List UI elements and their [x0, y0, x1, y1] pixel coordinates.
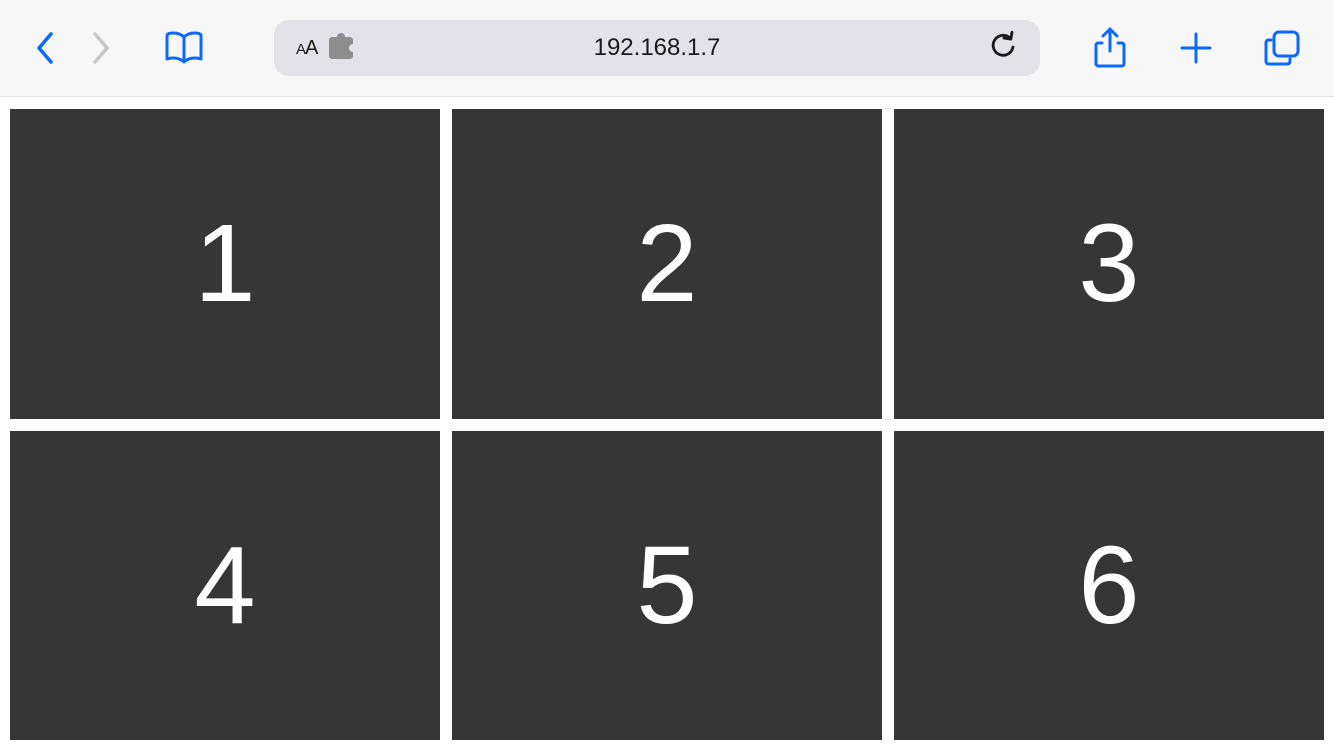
share-button[interactable]: [1088, 26, 1132, 70]
tile-label: 5: [636, 522, 697, 649]
book-icon: [164, 31, 204, 65]
tile-4[interactable]: 4: [10, 431, 440, 741]
number-grid: 1 2 3 4 5 6: [10, 109, 1324, 740]
tile-6[interactable]: 6: [894, 431, 1324, 741]
bookmarks-button[interactable]: [162, 26, 206, 70]
browser-toolbar: AA 192.168.1.7: [0, 0, 1334, 97]
tabs-icon: [1263, 29, 1301, 67]
tile-label: 2: [636, 200, 697, 327]
address-bar-left: AA: [296, 37, 353, 60]
reload-button[interactable]: [990, 31, 1018, 66]
tile-5[interactable]: 5: [452, 431, 882, 741]
chevron-left-icon: [35, 31, 55, 65]
tile-1[interactable]: 1: [10, 109, 440, 419]
tile-label: 3: [1078, 200, 1139, 327]
tile-label: 4: [194, 522, 255, 649]
tile-2[interactable]: 2: [452, 109, 882, 419]
tabs-button[interactable]: [1260, 26, 1304, 70]
url-display: 192.168.1.7: [594, 34, 721, 62]
extensions-icon[interactable]: [329, 37, 353, 59]
reload-icon: [990, 31, 1018, 61]
chevron-right-icon: [91, 31, 111, 65]
tile-label: 6: [1078, 522, 1139, 649]
toolbar-right-group: [1088, 26, 1304, 70]
toolbar-left-group: [30, 26, 206, 70]
page-content: 1 2 3 4 5 6: [0, 97, 1334, 750]
forward-button: [86, 28, 116, 68]
back-button[interactable]: [30, 28, 60, 68]
text-size-button[interactable]: AA: [296, 37, 317, 60]
tile-label: 1: [194, 200, 255, 327]
address-bar[interactable]: AA 192.168.1.7: [274, 20, 1040, 76]
plus-icon: [1179, 31, 1213, 65]
tile-3[interactable]: 3: [894, 109, 1324, 419]
new-tab-button[interactable]: [1174, 26, 1218, 70]
share-icon: [1093, 27, 1127, 69]
